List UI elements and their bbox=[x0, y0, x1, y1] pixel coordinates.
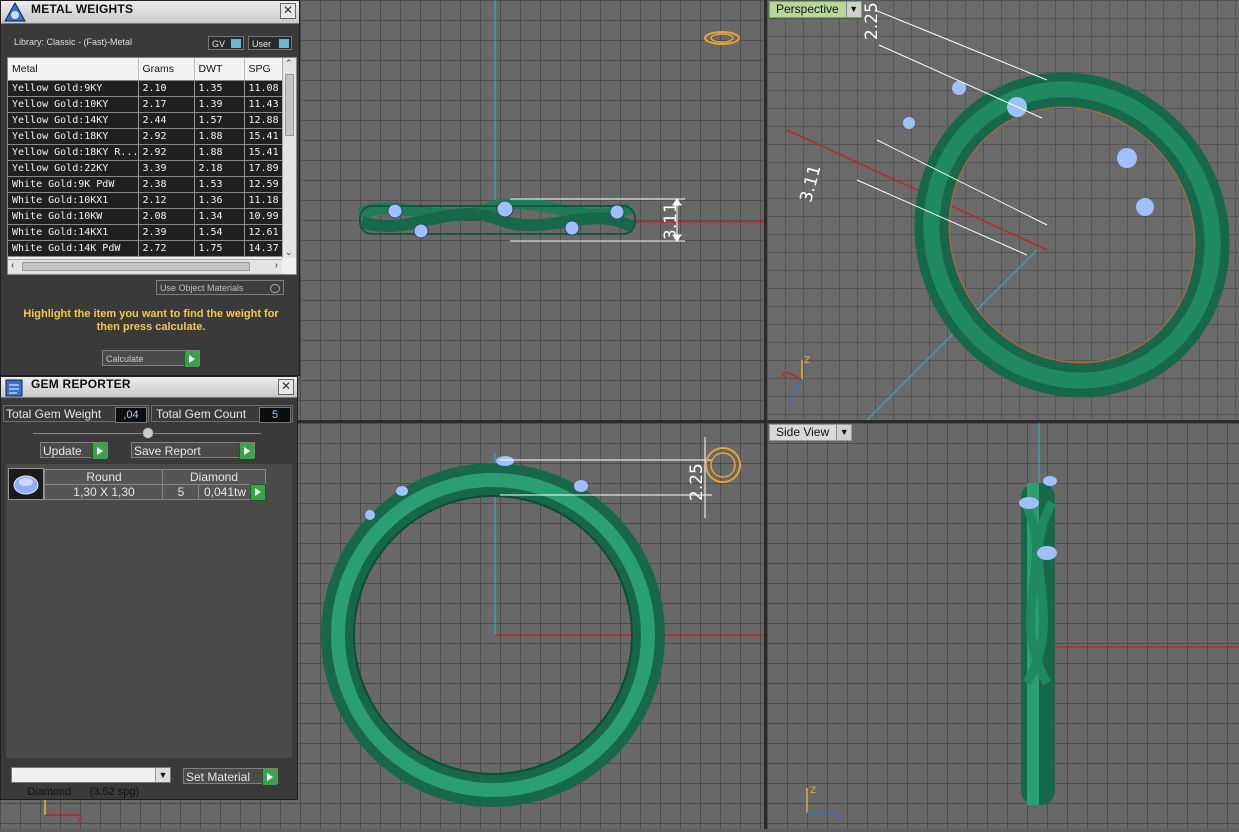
gem-select-button[interactable] bbox=[250, 484, 266, 501]
table-row[interactable]: White Gold:10KW 2.08 1.34 10.99 bbox=[8, 208, 283, 225]
viewport-divider-vertical[interactable] bbox=[764, 0, 767, 829]
round-diamond-icon bbox=[13, 475, 39, 495]
side-viewport[interactable]: Z Y Side View ▼ bbox=[767, 423, 1239, 829]
metal-table-container: Metal Grams DWT SPG Yellow Gold:9KY 2.10 1… bbox=[7, 57, 297, 275]
gem-weight: 0,041tw bbox=[198, 484, 252, 500]
play-arrow-icon bbox=[262, 769, 277, 785]
gem-report-logo-icon bbox=[5, 379, 23, 397]
metal-weights-table: Metal Grams DWT SPG Yellow Gold:9KY 2.10 1… bbox=[8, 58, 283, 257]
calculate-button[interactable]: Calculate bbox=[102, 350, 200, 367]
chevron-up-icon[interactable]: ⌃ bbox=[285, 58, 293, 69]
set-material-button[interactable]: Set Material bbox=[183, 768, 278, 785]
vertical-scrollbar[interactable]: ⌃ ⌄ bbox=[282, 58, 296, 258]
perspective-canvas: 2.25 3.11 Z X Y bbox=[780, 2, 1239, 420]
close-icon[interactable]: ✕ bbox=[280, 3, 296, 19]
slider-handle[interactable] bbox=[142, 427, 154, 439]
total-gem-weight-value: ,04 bbox=[115, 407, 147, 423]
metal-weights-title: METAL WEIGHTS bbox=[31, 2, 134, 16]
chevron-down-icon[interactable]: ▼ bbox=[155, 768, 170, 782]
perspective-viewport[interactable]: 2.25 3.11 Z X Y Perspective ▼ bbox=[767, 0, 1239, 420]
table-row[interactable]: Yellow Gold:18KY R... 2.92 1.88 15.41 bbox=[8, 144, 283, 161]
toggle-indicator-icon bbox=[279, 39, 289, 48]
column-header-spg[interactable]: SPG bbox=[244, 58, 283, 81]
checkbox-icon bbox=[270, 284, 280, 293]
column-header-grams[interactable]: Grams bbox=[138, 58, 195, 81]
gem-count: 5 bbox=[162, 484, 200, 500]
play-arrow-icon bbox=[184, 351, 199, 367]
chevron-right-icon[interactable]: › bbox=[275, 260, 278, 271]
gem-reporter-titlebar[interactable]: GEM REPORTER ✕ bbox=[1, 377, 297, 398]
ring-front-view[interactable] bbox=[321, 456, 665, 807]
table-row[interactable]: Yellow Gold:10KY 2.17 1.39 11.43 bbox=[8, 96, 283, 113]
gem-shape: Round bbox=[44, 469, 164, 485]
user-toggle[interactable]: User bbox=[248, 36, 292, 50]
svg-text:Y: Y bbox=[786, 399, 793, 409]
table-row[interactable]: White Gold:14KX1 2.39 1.54 12.61 bbox=[8, 224, 283, 241]
matrix-logo-icon bbox=[4, 2, 26, 22]
table-row[interactable]: White Gold:9K PdW 2.38 1.53 12.59 bbox=[8, 176, 283, 193]
chevron-down-icon[interactable]: ▼ bbox=[836, 425, 852, 440]
metal-weights-titlebar[interactable]: METAL WEIGHTS ✕ bbox=[1, 1, 299, 24]
metal-weights-panel: METAL WEIGHTS ✕ Library: Classic - (Fast… bbox=[0, 0, 300, 376]
total-gem-count-value: 5 bbox=[259, 407, 291, 423]
play-arrow-icon bbox=[255, 488, 261, 496]
perspective-view-label[interactable]: Perspective ▼ bbox=[769, 1, 862, 18]
gem-list: Round Diamond 1,30 X 1,30 5 0,041tw bbox=[5, 463, 293, 759]
svg-text:X: X bbox=[780, 371, 786, 381]
close-icon[interactable]: ✕ bbox=[278, 379, 294, 395]
small-ring-icon-front bbox=[705, 447, 741, 483]
dimension-label-a: 2.25 bbox=[862, 2, 882, 40]
instruction-text: Highlight the item you want to find the … bbox=[23, 308, 279, 333]
gem-size: 1,30 X 1,30 bbox=[44, 484, 164, 500]
horizontal-scrollbar[interactable]: ‹ › bbox=[8, 259, 282, 274]
library-label: Library: Classic - (Fast)-Metal bbox=[14, 37, 133, 47]
axis-gizmo-perspective: Z X Y bbox=[780, 356, 810, 409]
column-header-dwt[interactable]: DWT bbox=[194, 58, 245, 81]
gem-reporter-title: GEM REPORTER bbox=[31, 377, 131, 391]
material-select[interactable]: Diamond (3,52 spg) ▼ bbox=[11, 767, 171, 798]
table-row[interactable]: Yellow Gold:14KY 2.44 1.57 12.88 bbox=[8, 112, 283, 129]
ring-top-view[interactable] bbox=[357, 197, 638, 239]
table-row[interactable]: White Gold:10KX1 2.12 1.36 11.18 bbox=[8, 192, 283, 209]
use-object-materials-checkbox[interactable]: Use Object Materials bbox=[156, 280, 284, 295]
table-header-row: Metal Grams DWT SPG bbox=[8, 58, 283, 81]
dimension-label-top: 3.11 bbox=[661, 202, 681, 240]
table-row[interactable]: Yellow Gold:18KY 2.92 1.88 15.41 bbox=[8, 128, 283, 145]
play-arrow-icon bbox=[92, 443, 107, 459]
gem-thumbnail[interactable] bbox=[8, 468, 44, 500]
chevron-down-icon[interactable]: ⌄ bbox=[285, 247, 293, 258]
ring-perspective[interactable] bbox=[878, 38, 1239, 420]
side-view-label[interactable]: Side View ▼ bbox=[769, 424, 853, 441]
gem-reporter-panel: GEM REPORTER ✕ Total Gem Weight ,04 Tota… bbox=[0, 376, 298, 800]
axis-gizmo-front: X bbox=[44, 798, 83, 827]
table-row[interactable]: Yellow Gold:22KY 3.39 2.18 17.89 bbox=[8, 160, 283, 177]
column-header-metal[interactable]: Metal bbox=[8, 58, 139, 81]
dimension-label-b: 3.11 bbox=[796, 163, 825, 205]
toggle-indicator-icon bbox=[231, 39, 241, 48]
svg-text:X: X bbox=[77, 817, 83, 827]
gv-toggle[interactable]: GV bbox=[208, 36, 244, 50]
side-view-canvas: Z Y bbox=[806, 423, 1239, 824]
gem-material: Diamond bbox=[162, 469, 266, 485]
svg-text:Z: Z bbox=[804, 356, 810, 366]
save-report-button[interactable]: Save Report bbox=[131, 442, 255, 459]
chevron-left-icon[interactable]: ‹ bbox=[11, 260, 14, 271]
chevron-down-icon[interactable]: ▼ bbox=[845, 2, 861, 17]
update-button[interactable]: Update bbox=[40, 442, 108, 459]
play-arrow-icon bbox=[239, 443, 254, 459]
svg-text:Z: Z bbox=[810, 786, 816, 796]
svg-text:Y: Y bbox=[834, 814, 841, 824]
axis-gizmo-side: Z Y bbox=[806, 786, 841, 824]
table-row[interactable]: White Gold:14K PdW 2.72 1.75 14.37 bbox=[8, 240, 283, 257]
scrollbar-thumb[interactable] bbox=[285, 74, 294, 136]
scrollbar-thumb[interactable] bbox=[22, 262, 250, 271]
dimension-label-front: 2.25 bbox=[687, 463, 707, 501]
small-ring-icon bbox=[704, 31, 740, 45]
table-row[interactable]: Yellow Gold:9KY 2.10 1.35 11.08 bbox=[8, 80, 283, 97]
ring-side-view[interactable] bbox=[1019, 476, 1057, 805]
